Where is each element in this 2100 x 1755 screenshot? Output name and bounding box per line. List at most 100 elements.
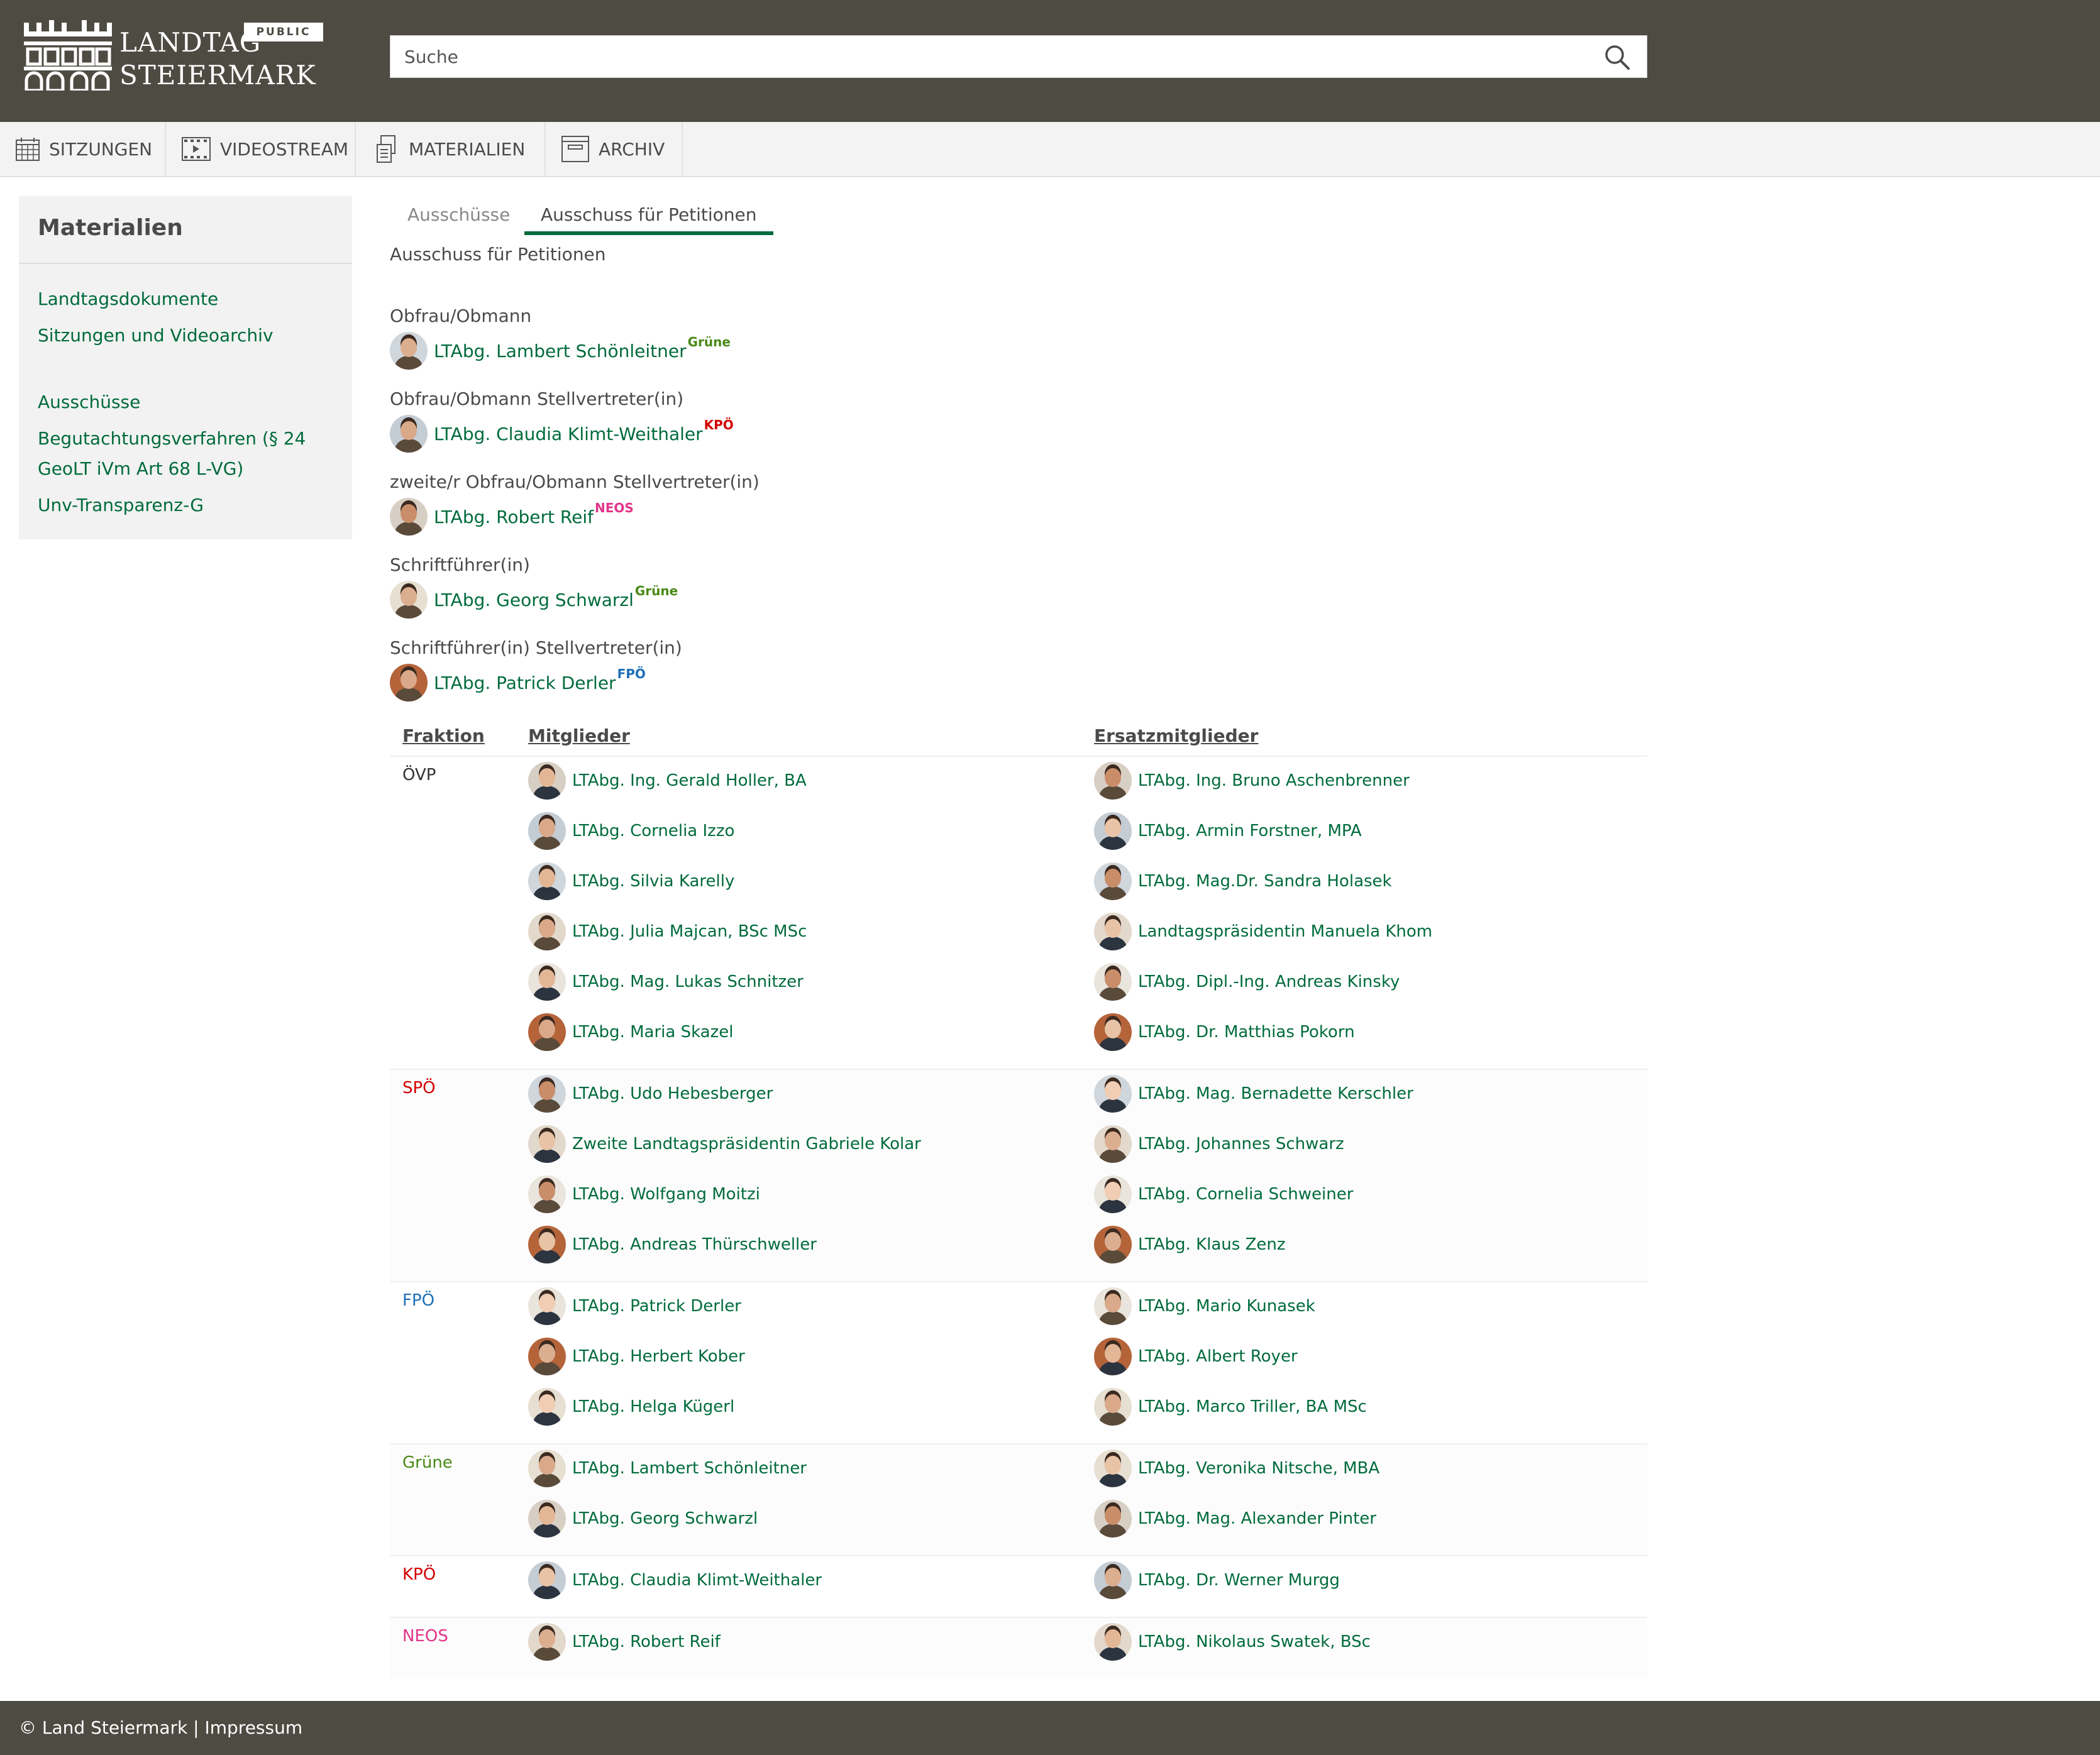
member-row: LTAbg. Udo Hebesberger: [528, 1075, 773, 1113]
tab-ausschuss-petitionen[interactable]: Ausschuss für Petitionen: [524, 199, 773, 235]
role-person: LTAbg. Patrick Derler FPÖ: [390, 664, 646, 701]
avatar: [528, 1287, 566, 1325]
person-link[interactable]: LTAbg. Herbert Kober: [572, 1347, 745, 1366]
substitute-row: LTAbg. Nikolaus Swatek, BSc: [1094, 1623, 1371, 1661]
documents-icon: [377, 135, 395, 163]
substitute-row: LTAbg. Klaus Zenz: [1094, 1226, 1286, 1263]
party-badge: Grüne: [687, 334, 731, 349]
person-link[interactable]: LTAbg. Georg Schwarzl: [572, 1509, 758, 1528]
person-link[interactable]: LTAbg. Ing. Bruno Aschenbrenner: [1138, 771, 1410, 790]
person-link[interactable]: LTAbg. Julia Majcan, BSc MSc: [572, 922, 807, 941]
nav-label: MATERIALIEN: [409, 138, 526, 160]
person-link[interactable]: LTAbg. Mag. Lukas Schnitzer: [572, 972, 804, 991]
sidebar-link-begutachtung-cont[interactable]: GeoLT iVm Art 68 L-VG): [38, 454, 333, 484]
role-label: Obfrau/Obmann Stellvertreter(in): [390, 388, 684, 409]
avatar: [1094, 862, 1132, 900]
avatar: [390, 581, 428, 619]
nav-videostream[interactable]: VIDEOSTREAM: [166, 122, 356, 176]
person-link[interactable]: LTAbg. Patrick Derler: [572, 1297, 741, 1316]
person-link[interactable]: LTAbg. Mario Kunasek: [1138, 1297, 1315, 1316]
substitute-row: LTAbg. Mario Kunasek: [1094, 1287, 1315, 1325]
person-link[interactable]: LTAbg. Cornelia Izzo: [572, 822, 734, 840]
person-link[interactable]: LTAbg. Albert Royer: [1138, 1347, 1298, 1366]
sidebar: Materialien Landtagsdokumente Sitzungen …: [19, 196, 352, 539]
person-link[interactable]: LTAbg. Johannes Schwarz: [1138, 1135, 1344, 1153]
column-header-ersatzmitglieder[interactable]: Ersatzmitglieder: [1094, 725, 1258, 746]
sidebar-link-begutachtung[interactable]: Begutachtungsverfahren (§ 24: [38, 424, 333, 454]
avatar: [528, 913, 566, 950]
person-link[interactable]: Zweite Landtagspräsidentin Gabriele Kola…: [572, 1135, 921, 1153]
nav-sitzungen[interactable]: SITZUNGEN: [0, 122, 166, 176]
role-person: LTAbg. Robert Reif NEOS: [390, 498, 634, 536]
archive-icon: [561, 136, 589, 162]
substitute-row: LTAbg. Armin Forstner, MPA: [1094, 812, 1362, 850]
person-link[interactable]: LTAbg. Patrick Derler: [434, 673, 616, 693]
avatar: [528, 1338, 566, 1375]
sidebar-link-landtagsdokumente[interactable]: Landtagsdokumente: [38, 284, 333, 314]
person-link[interactable]: LTAbg. Klaus Zenz: [1138, 1235, 1286, 1254]
sidebar-link-sitzungen[interactable]: Sitzungen und Videoarchiv: [38, 321, 333, 351]
person-link[interactable]: LTAbg. Marco Triller, BA MSc: [1138, 1397, 1367, 1416]
avatar: [390, 664, 428, 701]
person-link[interactable]: LTAbg. Lambert Schönleitner: [434, 341, 687, 361]
faction-label: NEOS: [402, 1627, 448, 1646]
avatar: [528, 762, 566, 800]
person-link[interactable]: LTAbg. Nikolaus Swatek, BSc: [1138, 1632, 1371, 1651]
faction-group: SPÖ LTAbg. Udo Hebesberger Zweite Landtags…: [390, 1069, 1647, 1281]
column-header-mitglieder[interactable]: Mitglieder: [528, 725, 630, 746]
substitute-row: LTAbg. Dr. Werner Murgg: [1094, 1561, 1340, 1599]
avatar: [528, 1450, 566, 1487]
search-button[interactable]: [1604, 44, 1630, 70]
avatar: [390, 332, 428, 370]
member-row: LTAbg. Maria Skazel: [528, 1013, 733, 1051]
tab-ausschuesse[interactable]: Ausschüsse: [407, 199, 510, 235]
person-link[interactable]: LTAbg. Andreas Thürschweller: [572, 1235, 817, 1254]
person-link[interactable]: LTAbg. Dr. Werner Murgg: [1138, 1571, 1340, 1590]
person-link[interactable]: LTAbg. Mag. Bernadette Kerschler: [1138, 1084, 1413, 1103]
person-link[interactable]: LTAbg. Cornelia Schweiner: [1138, 1185, 1353, 1204]
nav-materialien[interactable]: MATERIALIEN: [356, 122, 546, 176]
avatar: [528, 1075, 566, 1113]
landtag-logo[interactable]: LANDTAG STEIERMARK PUBLIC: [24, 20, 326, 96]
party-badge: KPÖ: [704, 417, 734, 432]
person-link[interactable]: LTAbg. Claudia Klimt-Weithaler: [434, 424, 703, 444]
person-link[interactable]: LTAbg. Georg Schwarzl: [434, 590, 634, 610]
person-link[interactable]: LTAbg. Veronika Nitsche, MBA: [1138, 1459, 1379, 1478]
avatar: [1094, 1388, 1132, 1426]
person-link[interactable]: LTAbg. Ing. Gerald Holler, BA: [572, 771, 807, 790]
person-link[interactable]: LTAbg. Dr. Matthias Pokorn: [1138, 1023, 1355, 1042]
footer-copyright: © Land Steiermark: [19, 1717, 188, 1738]
person-link[interactable]: LTAbg. Helga Kügerl: [572, 1397, 734, 1416]
avatar: [1094, 812, 1132, 850]
person-link[interactable]: LTAbg. Mag.Dr. Sandra Holasek: [1138, 872, 1392, 891]
person-link[interactable]: LTAbg. Udo Hebesberger: [572, 1084, 773, 1103]
avatar: [528, 862, 566, 900]
nav-archiv[interactable]: ARCHIV: [546, 122, 683, 176]
person-link[interactable]: LTAbg. Robert Reif: [572, 1632, 721, 1651]
avatar: [528, 963, 566, 1001]
member-row: Zweite Landtagspräsidentin Gabriele Kola…: [528, 1125, 921, 1163]
member-row: LTAbg. Lambert Schönleitner: [528, 1450, 807, 1487]
footer-impressum-link[interactable]: Impressum: [205, 1717, 303, 1738]
person-link[interactable]: LTAbg. Armin Forstner, MPA: [1138, 822, 1362, 840]
substitute-row: LTAbg. Mag.Dr. Sandra Holasek: [1094, 862, 1392, 900]
member-row: LTAbg. Ing. Gerald Holler, BA: [528, 762, 807, 800]
nav-label: VIDEOSTREAM: [220, 138, 349, 160]
person-link[interactable]: LTAbg. Maria Skazel: [572, 1023, 733, 1042]
person-link[interactable]: LTAbg. Dipl.-Ing. Andreas Kinsky: [1138, 972, 1400, 991]
footer-separator: |: [193, 1717, 199, 1738]
avatar: [390, 498, 428, 536]
member-row: LTAbg. Andreas Thürschweller: [528, 1226, 817, 1263]
search-input[interactable]: [390, 36, 1585, 77]
person-link[interactable]: LTAbg. Wolfgang Moitzi: [572, 1185, 760, 1204]
person-link[interactable]: Landtagspräsidentin Manuela Khom: [1138, 922, 1432, 941]
person-link[interactable]: LTAbg. Mag. Alexander Pinter: [1138, 1509, 1376, 1528]
person-link[interactable]: LTAbg. Claudia Klimt-Weithaler: [572, 1571, 822, 1590]
sidebar-link-ausschuesse[interactable]: Ausschüsse: [38, 387, 333, 417]
person-link[interactable]: LTAbg. Silvia Karelly: [572, 872, 734, 891]
person-link[interactable]: LTAbg. Lambert Schönleitner: [572, 1459, 807, 1478]
sidebar-link-transparenz[interactable]: Unv-Transparenz-G: [38, 490, 333, 520]
person-link[interactable]: LTAbg. Robert Reif: [434, 507, 594, 527]
role-label: Obfrau/Obmann: [390, 305, 532, 326]
column-header-fraktion[interactable]: Fraktion: [402, 725, 485, 746]
